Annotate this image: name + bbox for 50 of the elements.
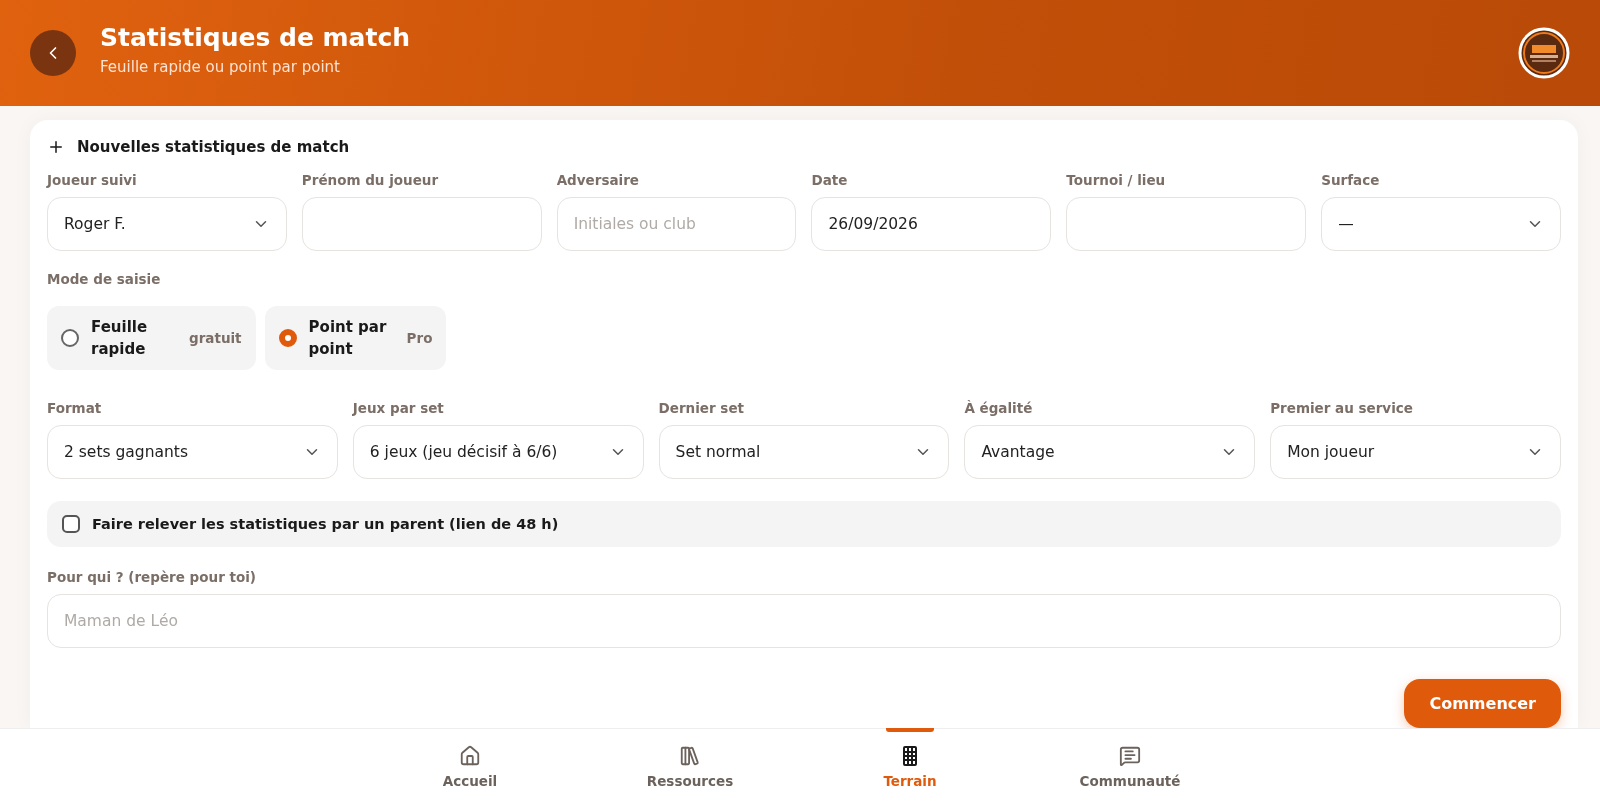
nav-tab[interactable]: Terrain (800, 729, 1020, 805)
text-field[interactable] (1066, 197, 1307, 251)
field-label: Adversaire (556, 172, 640, 188)
field-label: Format (47, 400, 103, 416)
back-button[interactable] (30, 30, 76, 76)
radio-button[interactable] (278, 329, 297, 347)
start-button[interactable]: Commencer (1404, 679, 1561, 728)
field-label: Dernier set (658, 400, 745, 416)
select-field[interactable]: — (1321, 197, 1561, 251)
field-label: Mode de saisie (47, 271, 161, 287)
date-field[interactable]: 26/09/2026 (811, 197, 1052, 251)
mode-option[interactable]: Feuille rapide gratuit (47, 306, 256, 370)
books-icon (679, 745, 701, 767)
field-label: Jeux par set (352, 400, 445, 416)
plan-tag: Pro (406, 330, 433, 346)
option-label: Feuille rapide (91, 317, 149, 360)
field-label: Pour qui ? (repère pour toi) (47, 569, 258, 585)
checkbox-label: Faire relever les statistiques par un parent (lien de 48 h) (92, 516, 559, 532)
option-label: Point par point (308, 317, 388, 360)
text-field[interactable] (301, 197, 542, 251)
select-field[interactable]: Roger F. (47, 197, 287, 251)
field-label: Surface (1321, 172, 1381, 188)
text-field[interactable]: Initiales ou club (556, 197, 797, 251)
select-field[interactable]: 6 jeux (jeu décisif à 6/6) (352, 425, 644, 479)
nav-tab[interactable]: Accueil (360, 729, 580, 805)
field-label: Date (811, 172, 849, 188)
plus-icon (47, 138, 65, 156)
page-subtitle: Feuille rapide ou point par point (100, 57, 341, 76)
home-icon (459, 745, 481, 767)
checkbox[interactable] (62, 515, 80, 533)
select-field[interactable]: Avantage (964, 425, 1256, 479)
select-field[interactable]: Mon joueur (1270, 425, 1561, 479)
field-label: Joueur suivi (47, 172, 138, 188)
form-title: Nouvelles statistiques de match (77, 138, 350, 156)
select-field[interactable]: 2 sets gagnants (47, 425, 338, 479)
mode-option[interactable]: Point par point Pro (264, 306, 447, 370)
text-field[interactable]: Maman de Léo (47, 594, 1561, 648)
nav-tab[interactable]: Communauté (1020, 729, 1240, 805)
parent-option[interactable]: Faire relever les statistiques par un parent (lien de 48 h) (47, 501, 1561, 547)
radio-button[interactable] (61, 329, 79, 347)
page-title: Statistiques de match (100, 22, 412, 52)
field-label: Premier au service (1270, 400, 1414, 416)
chat-icon (1119, 745, 1141, 767)
active-indicator (886, 728, 934, 732)
field-label: Prénom du joueur (301, 172, 440, 188)
field-label: À égalité (964, 400, 1034, 416)
nav-tab[interactable]: Ressources (580, 729, 800, 805)
plan-tag: gratuit (189, 330, 242, 346)
select-field[interactable]: Set normal (658, 425, 950, 479)
field-label: Tournoi / lieu (1066, 172, 1167, 188)
